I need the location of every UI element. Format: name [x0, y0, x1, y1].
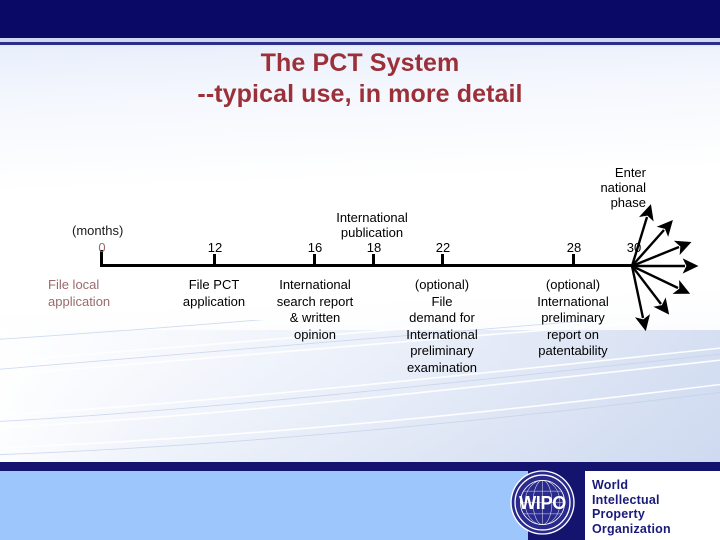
tick-label-18: 18 — [366, 240, 382, 255]
national-phase-arrow-fan — [630, 204, 699, 332]
iprp-line-5: patentability — [538, 343, 608, 358]
header-rule-pale — [0, 45, 720, 47]
tick-label-0: 0 — [98, 240, 106, 255]
isr-line-1: International — [279, 277, 351, 292]
isr-line-2: search report — [276, 293, 354, 309]
title-line-2: --typical use, in more detail — [197, 80, 523, 108]
title-line-1: The PCT System — [260, 49, 460, 77]
label-file-demand-ipe: (optional) File demand for International… — [381, 277, 503, 376]
intl-pub-line-1: International — [336, 210, 408, 225]
demand-line-3: demand for — [409, 310, 475, 325]
iprp-line-1: (optional) — [545, 277, 601, 292]
tick-label-12: 12 — [207, 240, 223, 255]
wipo-organization-name: World Intellectual Property Organization — [592, 478, 671, 536]
intl-pub-line-2: publication — [340, 225, 404, 240]
footer-navy-rule — [0, 462, 720, 471]
tick-mark-22 — [441, 254, 444, 267]
wipo-name-line-2: Intellectual — [592, 492, 660, 507]
enter-np-line-2: national — [600, 180, 646, 195]
file-local-line-2: application — [48, 293, 111, 309]
header-band — [0, 0, 720, 38]
demand-line-1: (optional) — [414, 277, 470, 292]
tick-label-16: 16 — [307, 240, 323, 255]
months-unit-label: (months) — [72, 223, 124, 238]
wipo-name-line-1: World — [592, 478, 629, 492]
footer-blue-band — [0, 471, 528, 540]
label-international-search-report: International search report & written op… — [254, 277, 376, 343]
tick-mark-12 — [213, 254, 216, 267]
tick-label-22: 22 — [435, 240, 451, 255]
label-international-publication: International publication — [312, 210, 432, 240]
timeline-axis — [100, 264, 633, 267]
isr-line-4: opinion — [294, 326, 336, 342]
enter-np-line-1: Enter — [614, 165, 646, 180]
demand-line-6: examination — [406, 359, 478, 375]
tick-mark-28 — [572, 254, 575, 267]
iprp-line-3: preliminary — [541, 310, 605, 325]
iprp-line-2: International — [537, 293, 609, 309]
wipo-name-line-3: Property — [592, 507, 646, 521]
iprp-line-4: report on — [546, 326, 600, 342]
file-local-line-1: File local — [48, 277, 100, 292]
tick-mark-18 — [372, 254, 375, 267]
file-pct-line-1: File PCT — [188, 277, 240, 292]
page-title: The PCT System --typical use, in more de… — [0, 48, 720, 110]
demand-line-5: preliminary — [410, 343, 474, 358]
svg-text:WIPO: WIPO — [519, 493, 566, 513]
tick-label-28: 28 — [566, 240, 582, 255]
wipo-seal-icon: WIPO — [510, 470, 575, 535]
label-file-local-application: File local application — [48, 277, 160, 310]
isr-line-3: & written — [289, 310, 341, 325]
wipo-name-line-4: Organization — [592, 521, 671, 536]
demand-line-2: File — [431, 293, 453, 309]
tick-mark-16 — [313, 254, 316, 267]
demand-line-4: International — [406, 326, 478, 342]
slide-canvas: The PCT System --typical use, in more de… — [0, 0, 720, 540]
file-pct-line-2: application — [182, 293, 246, 309]
